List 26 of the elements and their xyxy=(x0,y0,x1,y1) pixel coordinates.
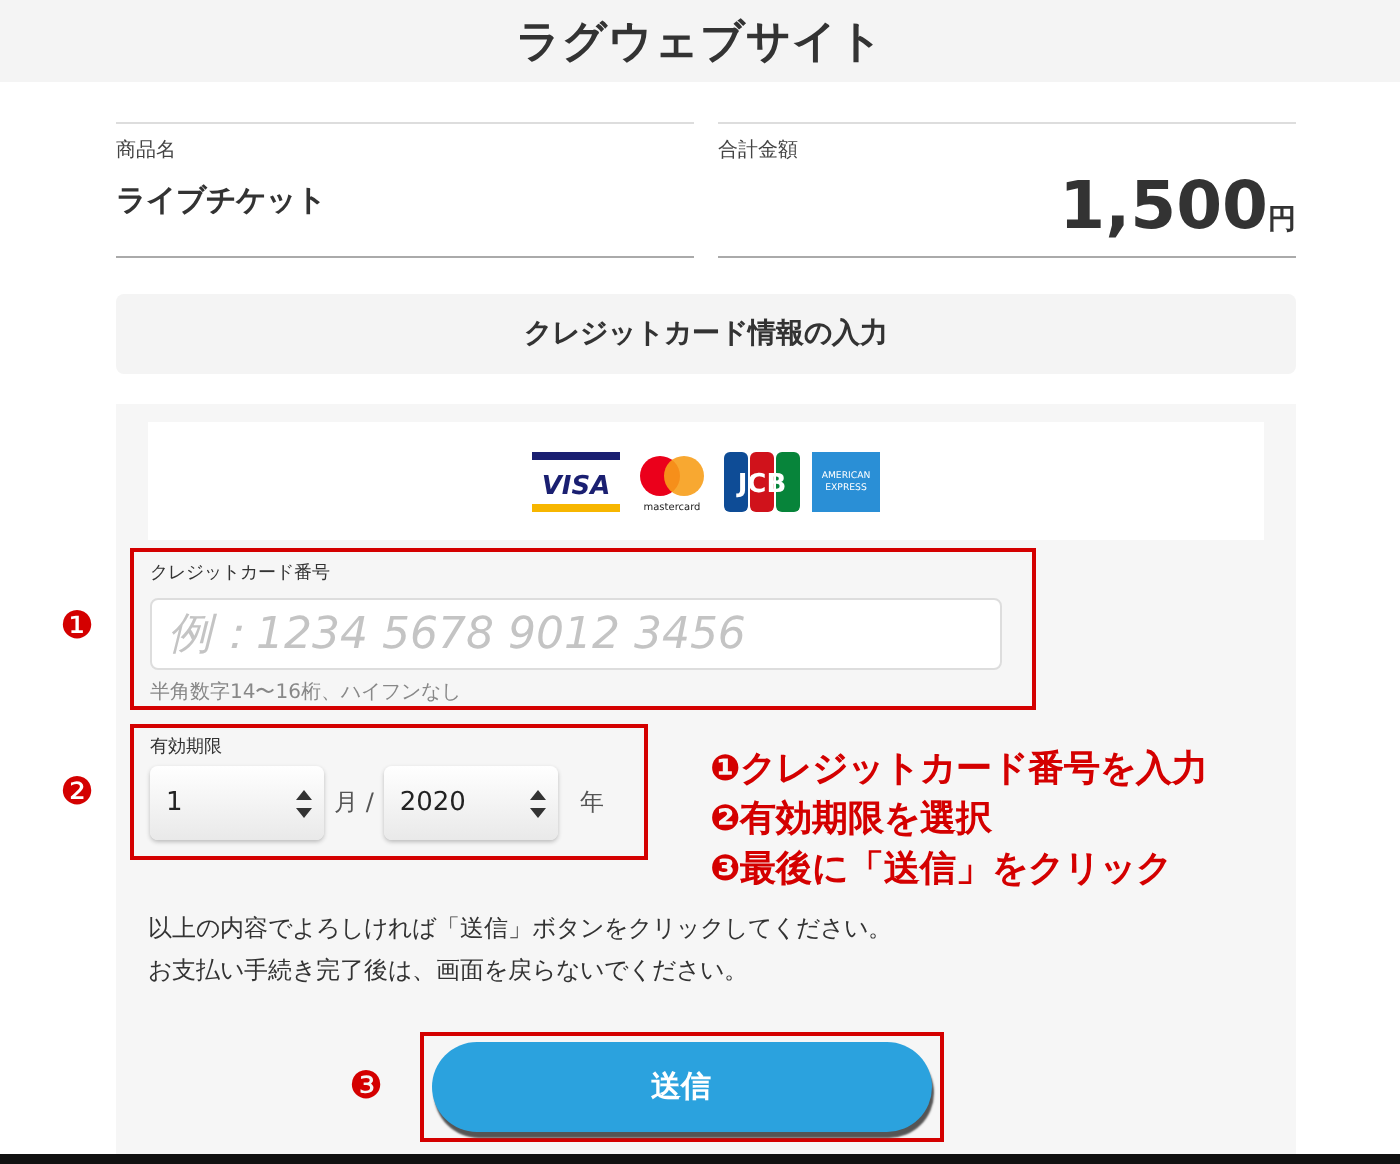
year-unit: 年 xyxy=(579,786,604,820)
select-arrows-icon xyxy=(296,789,312,817)
notice-text: 以上の内容でよろしければ「送信」ボタンをクリックしてください。 xyxy=(148,912,894,946)
instruction-text: ❶クレジットカード番号を入力 xyxy=(710,746,1209,794)
instruction-text: ❸最後に「送信」をクリック xyxy=(710,846,1175,894)
site-title: ラグウェブサイト xyxy=(516,15,884,71)
instruction-text: ❷有効期限を選択 xyxy=(710,796,995,844)
currency-unit: 円 xyxy=(1268,202,1296,238)
summary-label: 合計金額 xyxy=(718,137,800,164)
year-select[interactable]: 2020 xyxy=(383,766,558,840)
select-arrows-icon xyxy=(529,789,546,817)
month-select[interactable]: 1 xyxy=(150,766,324,840)
step-marker: ❷ xyxy=(60,774,95,812)
step-marker: ❸ xyxy=(348,1068,384,1106)
month-unit: 月 / xyxy=(334,786,374,820)
section-heading: クレジットカード情報の入力 xyxy=(116,294,1296,374)
card-number-field[interactable]: 例：1234 5678 9012 3456 xyxy=(150,598,1002,670)
step-marker: ❶ xyxy=(60,608,95,646)
notice-text: お支払い手続き完了後は、画面を戻らないでください。 xyxy=(148,954,750,988)
field-label: 有効期限 xyxy=(150,735,224,760)
field-hint: 半角数字14〜16桁、ハイフンなし xyxy=(150,679,463,706)
total-price: 1,500 xyxy=(1059,172,1268,238)
visa-logo: VISA xyxy=(532,451,620,511)
field-label: クレジットカード番号 xyxy=(150,561,332,586)
summary-label: 商品名 xyxy=(116,137,178,164)
product-name: ライブチケット xyxy=(116,182,328,220)
